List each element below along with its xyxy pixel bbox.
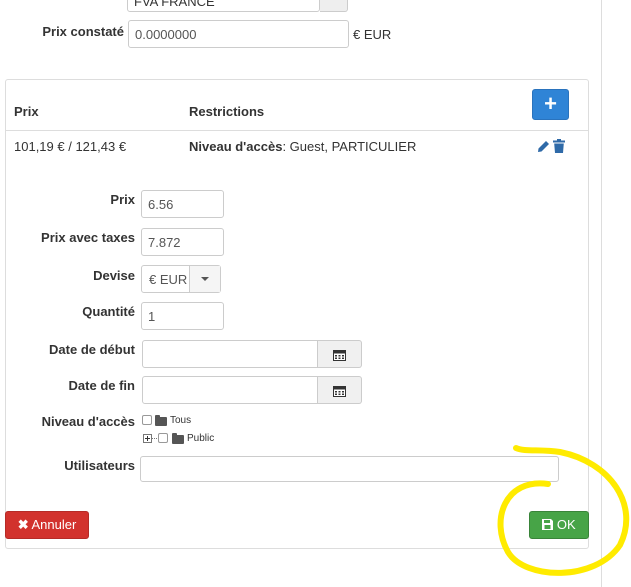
ok-button[interactable]: OK xyxy=(529,511,589,539)
tree-connector xyxy=(152,438,157,439)
restriction-label: Niveau d'accès xyxy=(189,139,283,154)
row-price: 101,19 € / 121,43 € xyxy=(14,139,127,154)
row-restrictions: Niveau d'accès: Guest, PARTICULIER xyxy=(189,139,416,154)
restriction-value: : Guest, PARTICULIER xyxy=(282,139,417,154)
plus-icon: + xyxy=(544,91,557,116)
calendar-icon xyxy=(333,386,346,397)
expand-icon[interactable] xyxy=(143,434,152,443)
utilisateurs-label: Utilisateurs xyxy=(64,458,135,473)
date-debut-input[interactable] xyxy=(142,340,318,368)
prix-taxes-label: Prix avec taxes xyxy=(41,230,135,245)
add-price-button[interactable]: + xyxy=(532,89,569,120)
prix-constate-unit: € EUR xyxy=(353,27,392,42)
devise-select[interactable]: € EUR xyxy=(141,265,221,293)
folder-icon xyxy=(155,415,167,426)
prix-input[interactable] xyxy=(141,190,224,218)
date-debut-button[interactable] xyxy=(318,340,362,368)
quantite-label: Quantité xyxy=(82,304,135,319)
devise-value: € EUR xyxy=(149,272,188,287)
niveau-label: Niveau d'accès xyxy=(41,414,135,429)
prix-constate-input[interactable] xyxy=(128,20,349,48)
prix-taxes-input[interactable] xyxy=(141,228,224,256)
utilisateurs-input[interactable] xyxy=(140,456,559,482)
prev-select-button[interactable] xyxy=(320,0,348,12)
date-fin-button[interactable] xyxy=(318,376,362,404)
right-border xyxy=(601,0,602,587)
calendar-icon xyxy=(333,350,346,361)
checkbox-public[interactable] xyxy=(158,433,168,443)
trash-icon[interactable] xyxy=(553,139,565,153)
date-fin-label: Date de fin xyxy=(68,378,135,393)
prices-table-header: Prix Restrictions + xyxy=(6,80,588,131)
folder-icon xyxy=(172,433,184,444)
prix-label: Prix xyxy=(110,192,135,207)
prix-constate-label: Prix constaté xyxy=(42,24,124,39)
ok-button-label: OK xyxy=(556,517,576,532)
pencil-icon[interactable] xyxy=(537,140,550,153)
tree-item-tous[interactable]: Tous xyxy=(170,415,191,426)
date-debut-label: Date de début xyxy=(49,342,135,357)
col-header-price: Prix xyxy=(14,104,39,119)
devise-label: Devise xyxy=(93,268,135,283)
quantite-input[interactable] xyxy=(141,302,224,330)
date-fin-input[interactable] xyxy=(142,376,318,404)
prev-select[interactable]: FVA FRANCE xyxy=(127,0,320,12)
cancel-button-label: Annuler xyxy=(31,517,77,532)
tree-item-public[interactable]: Public xyxy=(187,433,214,444)
save-icon xyxy=(542,519,554,530)
checkbox-tous[interactable] xyxy=(142,415,152,425)
col-header-restrictions: Restrictions xyxy=(189,104,265,119)
prev-select-value: FVA FRANCE xyxy=(134,0,215,9)
chevron-down-icon[interactable] xyxy=(189,266,220,292)
close-icon: ✖ xyxy=(17,517,29,532)
cancel-button[interactable]: ✖ Annuler xyxy=(5,511,89,539)
